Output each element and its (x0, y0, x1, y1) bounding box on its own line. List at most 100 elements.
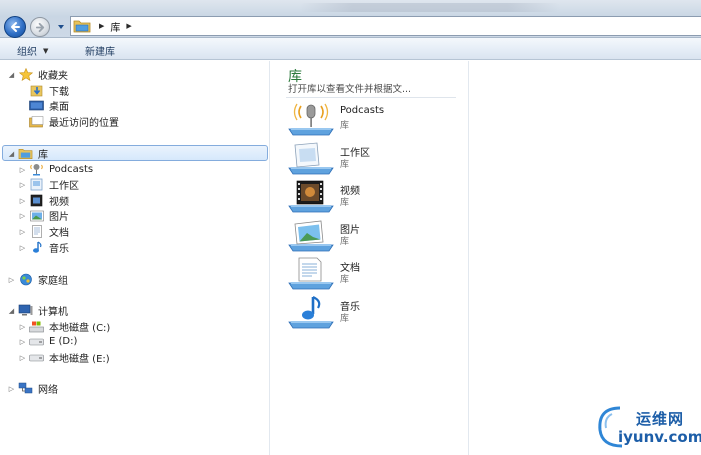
nav-homegroup-label: 家庭组 (38, 276, 68, 287)
expand-arrow-icon[interactable]: ▷ (18, 338, 27, 346)
nav-favorites-label: 收藏夹 (38, 71, 68, 82)
nav-item-drive-c[interactable]: ▷ 本地磁盘 (C:) (18, 319, 110, 334)
collapse-arrow-icon[interactable]: ◢ (7, 150, 16, 158)
nav-item-label: 音乐 (49, 244, 69, 255)
nav-item-label: 文档 (49, 228, 69, 239)
library-content-pane: 库 打开库以查看文件并根据文... Podcasts 库 工作区 库 视频 库 … (271, 61, 469, 455)
page-subtitle: 打开库以查看文件并根据文... (288, 84, 412, 95)
nav-item-drive-e[interactable]: ▷ 本地磁盘 (E:) (18, 350, 110, 366)
downloads-icon (29, 84, 44, 97)
nav-libraries-label: 库 (38, 150, 48, 161)
nav-item-videos[interactable]: ▷ 视频 (18, 193, 69, 208)
breadcrumb-library[interactable]: 库 (110, 19, 120, 34)
nav-libraries[interactable]: ◢ 库 (7, 146, 48, 161)
library-folder-icon (18, 147, 33, 160)
expand-arrow-icon[interactable]: ▷ (7, 385, 16, 393)
nav-computer[interactable]: ◢ 计算机 (7, 303, 68, 318)
nav-item-label: 桌面 (49, 102, 69, 113)
nav-item-label: 图片 (49, 212, 69, 223)
nav-computer-label: 计算机 (38, 307, 68, 318)
pictures-library-icon (288, 220, 334, 252)
forward-arrow-icon (35, 22, 44, 32)
nav-network-label: 网络 (38, 385, 58, 396)
nav-item-workspace[interactable]: ▷ 工作区 (18, 177, 79, 192)
nav-network[interactable]: ▷ 网络 (7, 381, 58, 396)
collapse-arrow-icon[interactable]: ◢ (7, 307, 16, 315)
breadcrumb-separator-icon[interactable]: ▶ (99, 22, 104, 30)
nav-item-label: E (D:) (49, 336, 78, 347)
nav-item-label: 本地磁盘 (C:) (49, 323, 111, 334)
chevron-down-icon: ▼ (43, 46, 49, 55)
back-button[interactable] (4, 16, 26, 38)
nav-item-label: 下载 (49, 87, 69, 98)
watermark-brand: 运维网 (636, 410, 685, 428)
expand-arrow-icon[interactable]: ▷ (18, 212, 27, 220)
nav-item-drive-d[interactable]: ▷ E (D:) (18, 334, 78, 349)
network-icon (18, 382, 33, 395)
library-item-pictures[interactable]: 图片 库 (287, 218, 462, 254)
nav-item-label: 工作区 (49, 181, 79, 192)
nav-item-documents[interactable]: ▷ 文档 (18, 224, 69, 239)
nav-item-label: 最近访问的位置 (49, 118, 119, 129)
nav-item-label: Podcasts (49, 164, 94, 175)
podcast-library-icon (288, 103, 334, 136)
library-folder-icon (73, 20, 91, 33)
documents-icon (29, 225, 44, 238)
window-title-bar: ▶ 库 ▶ (0, 0, 701, 38)
desktop-icon (29, 99, 44, 112)
library-item-documents[interactable]: 文档 库 (287, 256, 462, 292)
nav-item-label: 本地磁盘 (E:) (49, 354, 110, 365)
new-library-label: 新建库 (85, 47, 115, 58)
nav-item-music[interactable]: ▷ 音乐 (18, 240, 69, 255)
breadcrumb-separator-icon[interactable]: ▶ (126, 22, 131, 30)
expand-arrow-icon[interactable]: ▷ (18, 354, 27, 362)
nav-item-recent-places[interactable]: 最近访问的位置 (29, 114, 119, 129)
details-area (470, 61, 701, 455)
navigation-pane: ◢ 收藏夹 下载 桌面 最近访问的位置 ◢ 库 ▷ Podcasts ▷ 工作区… (0, 61, 270, 455)
command-bar: 组织 ▼ 新建库 (0, 38, 701, 60)
library-item-type: 库 (340, 237, 350, 247)
nav-homegroup[interactable]: ▷ 家庭组 (7, 272, 68, 287)
expand-arrow-icon[interactable]: ▷ (7, 276, 16, 284)
nav-item-pictures[interactable]: ▷ 图片 (18, 208, 69, 223)
library-item-name: Podcasts (340, 105, 385, 116)
library-item-type: 库 (340, 314, 350, 324)
homegroup-icon (18, 273, 33, 286)
library-item-music[interactable]: 音乐 库 (287, 295, 462, 331)
pictures-icon (29, 209, 44, 222)
collapse-arrow-icon[interactable]: ◢ (7, 71, 16, 79)
back-arrow-icon (11, 22, 20, 32)
computer-icon (18, 304, 33, 317)
system-drive-icon (29, 320, 44, 333)
recent-places-icon (29, 115, 44, 128)
nav-item-desktop[interactable]: 桌面 (29, 98, 69, 113)
watermark: 运维网 iyunv.com (590, 402, 701, 452)
video-icon (29, 194, 44, 207)
library-item-videos[interactable]: 视频 库 (287, 179, 462, 215)
expand-arrow-icon[interactable]: ▷ (18, 323, 27, 331)
new-library-button[interactable]: 新建库 (85, 43, 115, 58)
nav-item-downloads[interactable]: 下载 (29, 83, 69, 98)
nav-favorites[interactable]: ◢ 收藏夹 (7, 67, 68, 82)
workspace-library-icon (288, 142, 334, 175)
address-bar[interactable]: ▶ 库 ▶ (70, 16, 701, 36)
nav-item-label: 视频 (49, 197, 69, 208)
library-item-type: 库 (340, 121, 350, 131)
library-item-workspace[interactable]: 工作区 库 (287, 141, 462, 177)
title-divider (286, 97, 456, 98)
workspace-icon (29, 178, 44, 191)
recent-pages-dropdown-icon[interactable] (56, 22, 66, 32)
expand-arrow-icon[interactable]: ▷ (18, 244, 27, 252)
organize-label: 组织 (17, 47, 37, 58)
organize-button[interactable]: 组织 ▼ (17, 43, 49, 59)
library-item-podcasts[interactable]: Podcasts 库 (287, 102, 462, 138)
documents-library-icon (288, 257, 334, 290)
expand-arrow-icon[interactable]: ▷ (18, 197, 27, 205)
expand-arrow-icon[interactable]: ▷ (18, 166, 27, 174)
star-icon (18, 68, 33, 81)
forward-button[interactable] (30, 17, 50, 37)
expand-arrow-icon[interactable]: ▷ (18, 181, 27, 189)
expand-arrow-icon[interactable]: ▷ (18, 228, 27, 236)
nav-item-podcasts[interactable]: ▷ Podcasts (18, 162, 93, 177)
podcast-icon (29, 163, 44, 176)
